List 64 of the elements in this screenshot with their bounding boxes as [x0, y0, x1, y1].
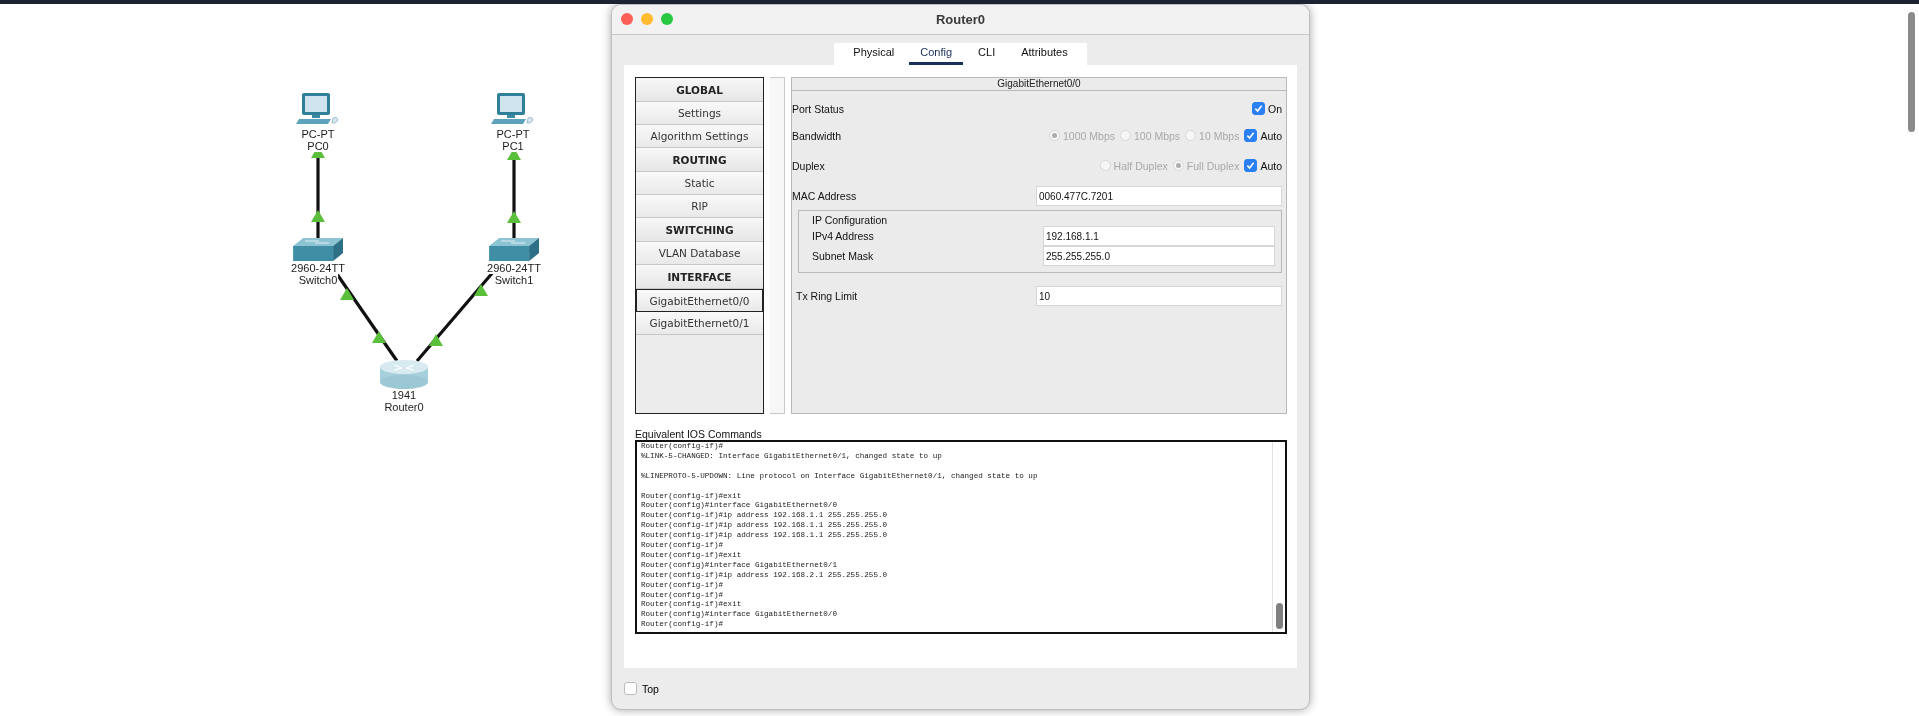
link-light-icon [372, 331, 386, 343]
device-model: PC-PT [495, 128, 531, 140]
nav-item[interactable]: Algorithm Settings [636, 125, 763, 148]
tab[interactable]: CLI [967, 43, 1007, 65]
checkbox-label: Auto [1260, 129, 1282, 142]
top-checkbox[interactable] [624, 682, 637, 695]
link-light-icon [340, 288, 354, 300]
input-field[interactable]: 192.168.1.1 [1043, 226, 1275, 246]
field-label: Tx Ring Limit [796, 290, 859, 302]
link-light-icon [507, 211, 521, 223]
section-label: Equivalent IOS Commands [635, 428, 763, 440]
input-field[interactable]: 255.255.255.0 [1043, 246, 1275, 266]
radio-label: Half Duplex [1113, 159, 1168, 172]
device-name: Switch1 [493, 274, 535, 286]
device-name: Router0 [383, 401, 425, 413]
radio-label: Full Duplex [1186, 159, 1240, 172]
nav-section-header: ROUTING [636, 148, 763, 172]
group-title: IP Configuration [811, 214, 889, 226]
checkbox-label: On [1268, 102, 1282, 115]
tx-ring-limit-field[interactable]: 10 [1036, 286, 1282, 306]
checkbox-label: Auto [1260, 159, 1282, 172]
minimize-icon[interactable] [641, 13, 653, 25]
nav-item[interactable]: RIP [636, 195, 763, 218]
nav-section-header: SWITCHING [636, 218, 763, 242]
nav-section-header: INTERFACE [636, 265, 763, 289]
device-model: 2960-24TT [486, 262, 542, 274]
radio-label: 1000 Mbps [1063, 129, 1115, 142]
scrollbar-thumb[interactable] [1908, 12, 1915, 132]
maximize-icon[interactable] [661, 13, 673, 25]
nav-item[interactable]: Static [636, 172, 763, 195]
device-model: 2960-24TT [290, 262, 346, 274]
link-light-icon [474, 284, 488, 296]
device-name: Switch0 [297, 274, 339, 286]
link-light-icon [429, 334, 443, 346]
device-name: PC1 [501, 140, 525, 152]
scrollbar-thumb[interactable] [1276, 603, 1283, 629]
nav-section-header: GLOBAL [636, 78, 763, 102]
panel-title: GigabitEthernet0/0 [792, 78, 1286, 91]
link-light-icon [311, 210, 325, 222]
radio-label: 100 Mbps [1134, 129, 1181, 142]
nav-item[interactable]: VLAN Database [636, 242, 763, 265]
window-title: Router0 [935, 12, 986, 27]
switch-icon[interactable] [489, 238, 539, 262]
field-label: IPv4 Address [812, 230, 874, 242]
mac-address-field[interactable]: 0060.477C.7201 [1036, 186, 1282, 206]
switch-icon[interactable] [293, 238, 343, 262]
tab[interactable]: Physical [842, 43, 906, 65]
device-model: PC-PT [300, 128, 336, 140]
field-label: Port Status [792, 102, 845, 115]
field-label: Bandwidth [792, 129, 843, 142]
nav-item[interactable]: GigabitEthernet0/1 [636, 312, 763, 335]
port-status-checkbox[interactable] [1252, 102, 1265, 115]
device-model: 1941 [390, 389, 418, 401]
field-label: Subnet Mask [812, 250, 874, 262]
device-name: PC0 [306, 140, 330, 152]
tab[interactable]: Attributes [1010, 43, 1079, 65]
field-label: Duplex [792, 159, 826, 172]
router-icon[interactable] [380, 359, 428, 389]
field-label: MAC Address [792, 190, 858, 202]
nav-item[interactable]: GigabitEthernet0/0 [636, 289, 763, 312]
nav-item[interactable]: Settings [636, 102, 763, 125]
close-icon[interactable] [621, 13, 633, 25]
checkbox-label: Top [642, 682, 659, 695]
radio-label: 10 Mbps [1199, 129, 1240, 142]
